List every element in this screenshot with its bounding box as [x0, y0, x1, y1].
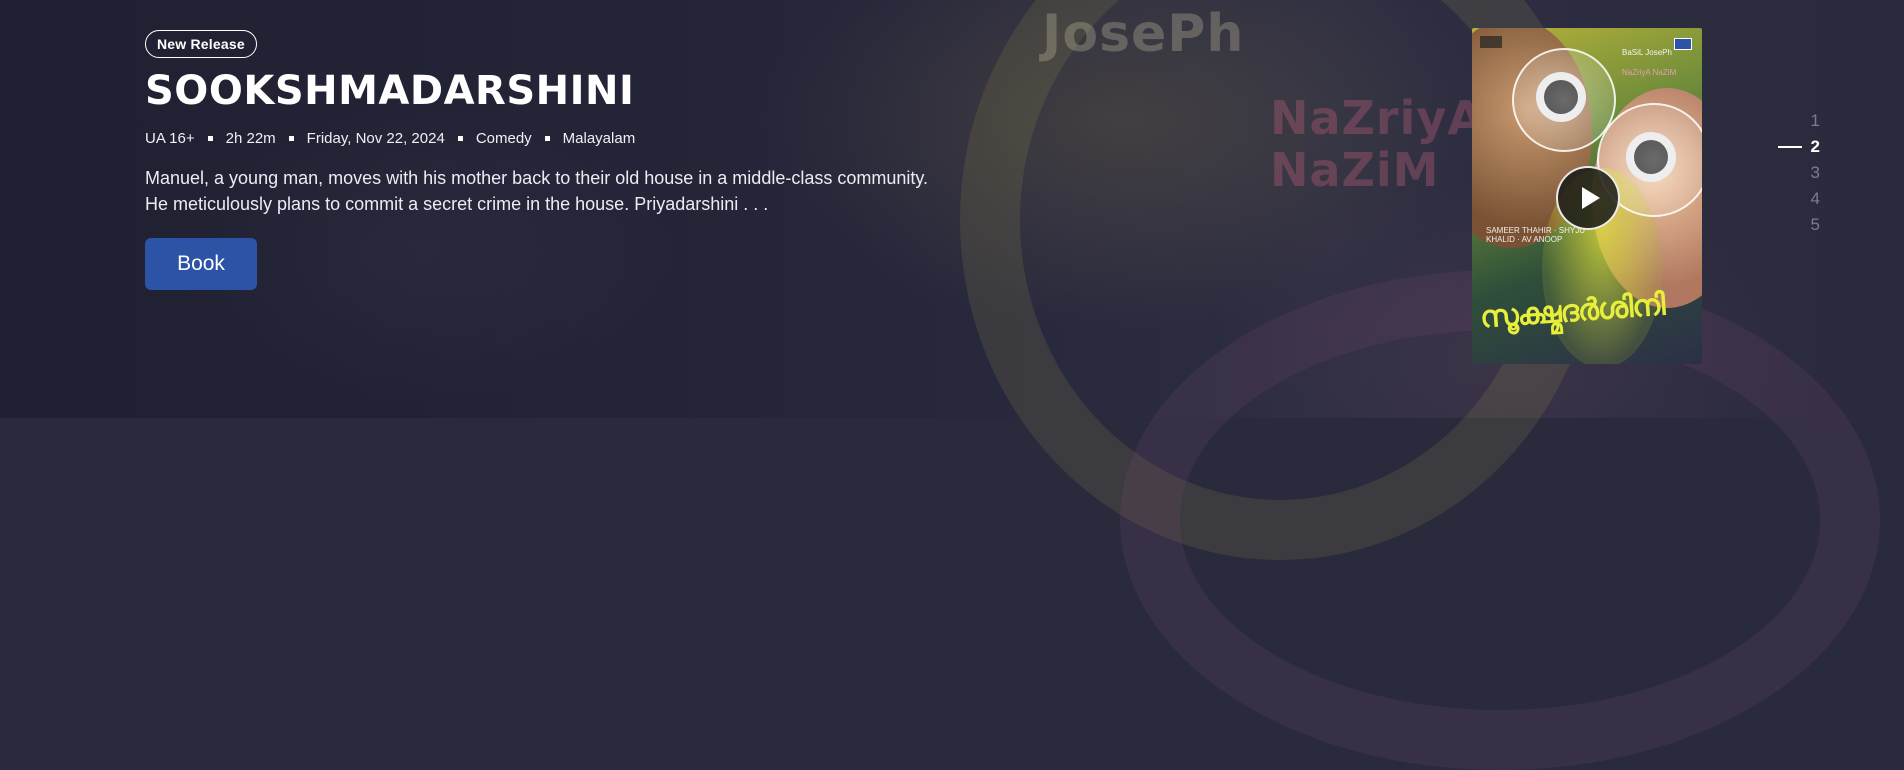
pager-number: 1	[1810, 111, 1820, 130]
play-trailer-button[interactable]	[1556, 166, 1620, 230]
release-date: Friday, Nov 22, 2024	[306, 130, 445, 147]
hero-content: New Release SOOKSHMADARSHINI UA 16+ 2h 2…	[145, 30, 965, 290]
poster-credit-2: NaZriyA NaZiM	[1622, 68, 1677, 77]
genre: Comedy	[475, 130, 532, 147]
carousel-pager: 1 2 3 4 5	[1760, 108, 1820, 238]
language: Malayalam	[562, 130, 636, 147]
play-icon	[1581, 187, 1600, 209]
background-poster-text-2-line1: NaZriyA	[1270, 91, 1484, 145]
pager-number: 4	[1810, 189, 1820, 208]
poster-credit: BaSiL JosePh	[1622, 48, 1672, 57]
pager-item-5[interactable]: 5	[1760, 212, 1820, 238]
pager-item-3[interactable]: 3	[1760, 160, 1820, 186]
background-poster-text-2: NaZriyA NaZiM	[1270, 92, 1484, 196]
pager-item-2[interactable]: 2	[1760, 134, 1820, 160]
meta-separator	[544, 136, 550, 141]
certificate: UA 16+	[145, 130, 195, 147]
movie-meta: UA 16+ 2h 22m Friday, Nov 22, 2024 Comed…	[145, 130, 965, 147]
background-poster-text-2-line2: NaZiM	[1270, 143, 1440, 197]
pager-item-4[interactable]: 4	[1760, 186, 1820, 212]
background-poster-text: JosePh	[1042, 4, 1245, 64]
meta-separator	[207, 136, 213, 141]
book-button[interactable]: Book	[145, 238, 257, 290]
pager-number: 3	[1810, 163, 1820, 182]
meta-separator	[457, 136, 463, 141]
poster-logo	[1480, 36, 1502, 48]
pager-number: 5	[1810, 215, 1820, 234]
pager-item-1[interactable]: 1	[1760, 108, 1820, 134]
movie-title: SOOKSHMADARSHINI	[145, 68, 635, 114]
duration: 2h 22m	[225, 130, 276, 147]
movie-description: Manuel, a young man, moves with his moth…	[145, 168, 929, 214]
pager-number: 2	[1810, 137, 1820, 156]
meta-separator	[288, 136, 294, 141]
active-indicator-line	[1777, 146, 1802, 148]
new-release-badge: New Release	[145, 30, 257, 58]
poster-art-lens	[1512, 48, 1616, 152]
poster-rating-logo	[1674, 38, 1692, 50]
